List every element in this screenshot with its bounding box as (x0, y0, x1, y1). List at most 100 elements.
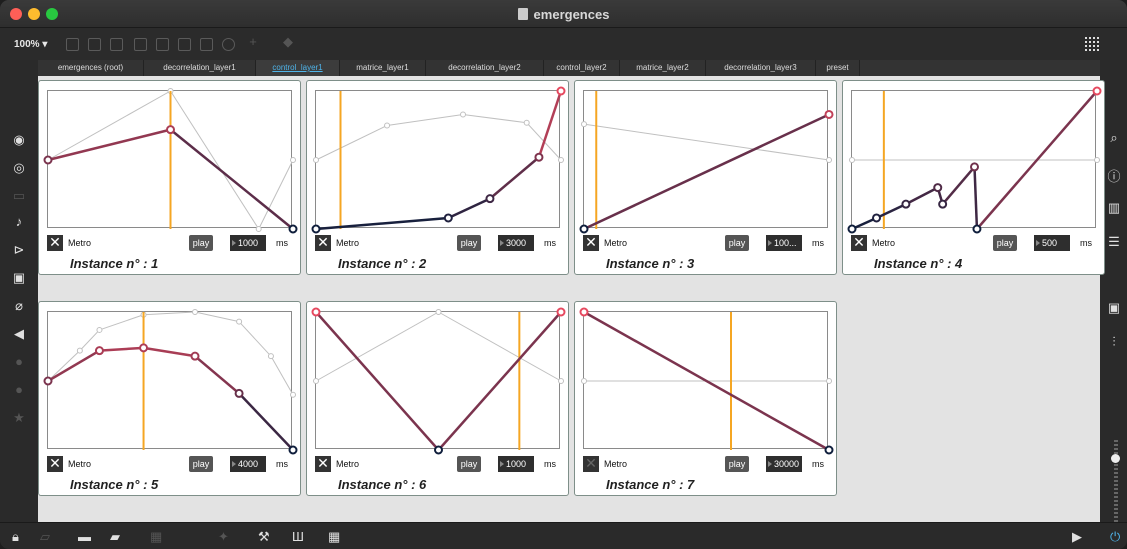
search-icon[interactable]: ⌕ (1104, 130, 1124, 146)
function-plot[interactable] (579, 307, 834, 455)
metro-toggle[interactable]: ✕ (315, 235, 331, 251)
play-button[interactable]: play (189, 456, 213, 472)
columns-icon[interactable]: ▥ (1104, 200, 1124, 216)
tab-control-layer1[interactable]: control_layer1 (256, 60, 340, 76)
background-curve-point[interactable] (236, 318, 243, 325)
background-curve-point[interactable] (849, 157, 855, 163)
lock-icon[interactable]: 🔒︎ (12, 529, 19, 545)
grid-toggle-icon[interactable] (1085, 37, 1101, 53)
interval-number-box[interactable]: 3000 (498, 235, 534, 251)
curve-point[interactable] (872, 213, 881, 223)
curve-point[interactable] (94, 346, 104, 356)
curve-point[interactable] (434, 445, 443, 455)
presentation-icon[interactable]: ▱ (40, 529, 50, 545)
background-curve-point[interactable] (290, 157, 296, 163)
help-icon[interactable]: ● (9, 382, 29, 397)
curve-point[interactable] (970, 162, 979, 172)
plug-icon[interactable]: ◀ (9, 326, 29, 342)
metro-toggle[interactable]: ✕ (315, 456, 331, 472)
curve-point[interactable] (43, 376, 53, 386)
background-curve-point[interactable] (1094, 157, 1100, 163)
metro-toggle[interactable]: ✕ (47, 235, 63, 251)
target-icon[interactable]: ◎ (9, 160, 29, 176)
background-curve-point[interactable] (826, 378, 832, 384)
play-button[interactable]: play (189, 235, 213, 251)
curve-point[interactable] (288, 445, 298, 455)
comment-icon[interactable]: ▬ (78, 529, 91, 544)
tab-decorrelation-layer2[interactable]: decorrelation_layer2 (426, 60, 544, 76)
debug-icon[interactable]: ✦ (218, 529, 229, 545)
curve-point[interactable] (166, 125, 175, 135)
background-curve-point[interactable] (558, 378, 564, 384)
function-plot[interactable] (43, 88, 298, 234)
curve-point[interactable] (972, 224, 982, 234)
play-button[interactable]: play (993, 235, 1017, 251)
background-curve-point[interactable] (581, 121, 587, 128)
curve-point[interactable] (556, 86, 566, 96)
curve-point[interactable] (485, 194, 495, 204)
keyboard-icon[interactable]: ▦ (328, 529, 340, 545)
curve-point[interactable] (556, 307, 566, 317)
background-curve-point[interactable] (435, 309, 442, 315)
background-curve-point[interactable] (313, 378, 319, 384)
metro-toggle[interactable]: ✕ (47, 456, 63, 472)
tab-matrice-layer2[interactable]: matrice_layer2 (620, 60, 706, 76)
background-curve-point[interactable] (826, 157, 832, 163)
background-curve-point[interactable] (192, 309, 198, 315)
background-curve-point[interactable] (76, 347, 83, 354)
curve-point[interactable] (288, 224, 298, 234)
music-note-icon[interactable]: ♪ (9, 214, 29, 229)
film-icon[interactable]: ▭ (9, 188, 29, 204)
function-plot[interactable] (579, 90, 834, 234)
play-button[interactable]: play (725, 235, 749, 251)
play-button[interactable]: play (725, 456, 749, 472)
background-curve-point[interactable] (460, 111, 466, 118)
info-icon[interactable]: ⓘ (1104, 166, 1124, 185)
transport-play-icon[interactable]: ▶ (1072, 529, 1082, 545)
metro-toggle[interactable]: ✕ (851, 235, 867, 251)
interval-number-box[interactable]: 100... (766, 235, 802, 251)
function-plot[interactable] (311, 307, 566, 455)
interval-number-box[interactable]: 1000 (498, 456, 534, 472)
metro-toggle[interactable]: ✕ (583, 456, 599, 472)
curve-point[interactable] (311, 307, 321, 317)
interval-number-box[interactable]: 1000 (230, 235, 266, 251)
curve-point[interactable] (443, 213, 453, 223)
paperclip-icon[interactable]: ⌀ (9, 298, 29, 314)
background-curve-point[interactable] (581, 378, 587, 384)
volume-slider-knob[interactable] (1111, 454, 1120, 463)
background-curve-point[interactable] (96, 326, 103, 333)
interval-number-box[interactable]: 4000 (230, 456, 266, 472)
tab-preset[interactable]: preset (816, 60, 860, 76)
star-icon[interactable]: ★ (9, 410, 29, 426)
curve-point[interactable] (190, 351, 200, 361)
curve-point[interactable] (847, 224, 857, 234)
image-icon[interactable]: ▣ (9, 270, 29, 286)
background-curve-point[interactable] (523, 119, 530, 126)
function-plot[interactable] (311, 86, 566, 234)
grid-icon[interactable]: ▦ (150, 529, 162, 545)
info-icon[interactable]: ● (9, 354, 29, 369)
piano-icon[interactable]: Ш (292, 529, 304, 544)
tab-emergences-root[interactable]: emergences (root) (38, 60, 144, 76)
background-curve-point[interactable] (290, 391, 296, 398)
curve-point[interactable] (311, 224, 321, 234)
function-plot[interactable] (847, 86, 1102, 234)
curve-point[interactable] (139, 343, 149, 353)
tab-control-layer2[interactable]: control_layer2 (544, 60, 620, 76)
curve-point[interactable] (234, 388, 244, 398)
tab-decorrelation-layer1[interactable]: decorrelation_layer1 (144, 60, 256, 76)
zoom-menu[interactable]: 100% ▾ (14, 39, 47, 50)
interval-number-box[interactable]: 500 (1034, 235, 1070, 251)
mixer-icon[interactable]: ⫶ (1104, 334, 1124, 350)
wrench-icon[interactable]: ⚒ (258, 529, 270, 545)
curve-point[interactable] (824, 445, 834, 455)
curve-point[interactable] (1092, 86, 1102, 96)
metro-toggle[interactable]: ✕ (583, 235, 599, 251)
power-icon[interactable]: ⏻ (1110, 529, 1120, 545)
curve-point[interactable] (933, 183, 943, 193)
curve-point[interactable] (43, 155, 53, 165)
background-curve-point[interactable] (558, 157, 564, 163)
curve-point[interactable] (579, 307, 589, 317)
background-curve-point[interactable] (267, 353, 274, 360)
